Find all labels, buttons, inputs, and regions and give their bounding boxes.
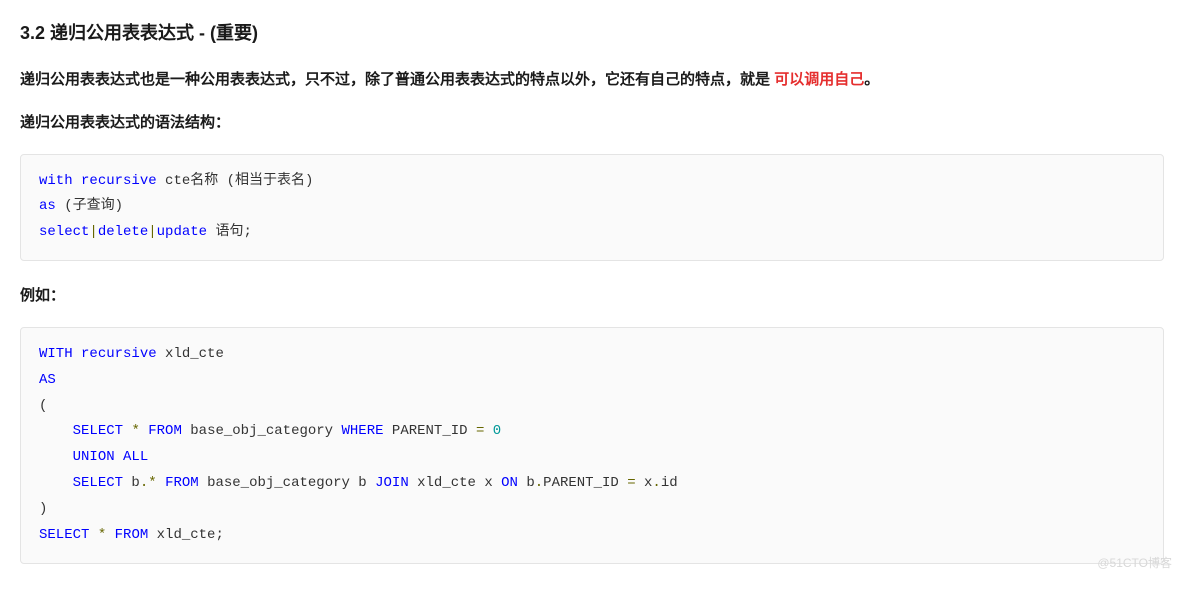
syntax-label: 递归公用表表达式的语法结构： (20, 110, 1164, 136)
example-label: 例如： (20, 283, 1164, 309)
intro-highlight: 可以调用自己 (774, 71, 864, 88)
intro-suffix: 。 (864, 71, 879, 88)
syntax-codeblock: with recursive cte名称 (相当于表名) as (子查询) se… (20, 154, 1164, 262)
example-codeblock: WITH recursive xld_cte AS ( SELECT * FRO… (20, 327, 1164, 564)
section-heading: 3.2 递归公用表表达式 - (重要) (20, 18, 1164, 49)
intro-paragraph: 递归公用表表达式也是一种公用表表达式，只不过，除了普通公用表表达式的特点以外，它… (20, 67, 1164, 93)
intro-prefix: 递归公用表表达式也是一种公用表表达式，只不过，除了普通公用表表达式的特点以外，它… (20, 71, 774, 88)
